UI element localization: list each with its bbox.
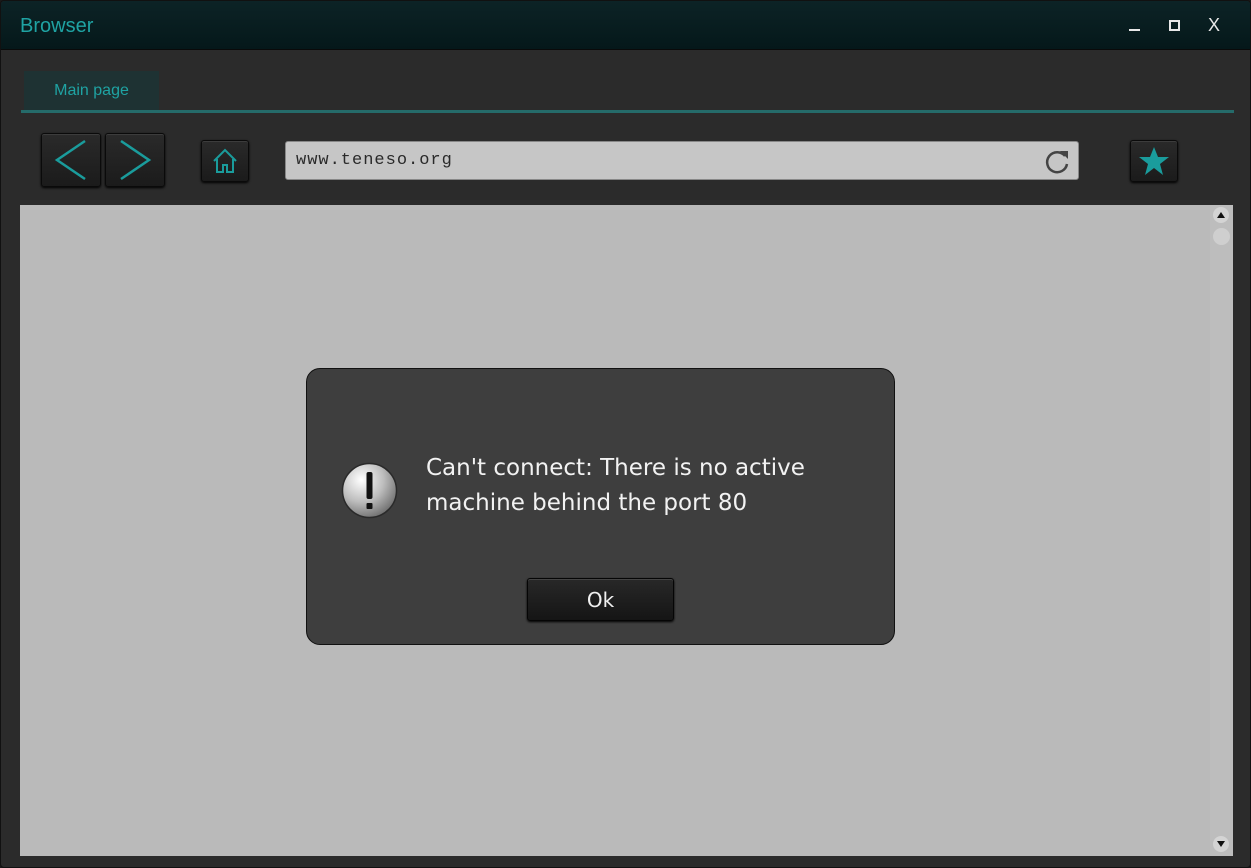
reload-button[interactable] xyxy=(1042,147,1072,177)
chevron-left-icon xyxy=(54,139,86,181)
triangle-down-icon xyxy=(1217,841,1225,847)
star-icon xyxy=(1139,147,1169,175)
warning-icon xyxy=(341,462,398,519)
dialog-message: Can't connect: There is no active machin… xyxy=(426,455,805,516)
vertical-scrollbar[interactable] xyxy=(1210,205,1233,856)
browser-toolbar xyxy=(21,113,1234,205)
reload-icon xyxy=(1045,151,1069,174)
url-input[interactable] xyxy=(296,142,1036,179)
maximize-button[interactable] xyxy=(1160,11,1188,39)
back-button[interactable] xyxy=(41,133,101,187)
minimize-button[interactable] xyxy=(1120,11,1148,39)
home-icon xyxy=(213,148,237,173)
scroll-down-button[interactable] xyxy=(1213,836,1229,852)
forward-button[interactable] xyxy=(105,133,165,187)
title-bar: Browser X xyxy=(1,1,1250,50)
browser-window: Browser X Main page www.teneso.org Can't… xyxy=(0,0,1251,868)
chevron-right-icon xyxy=(120,139,152,181)
home-button[interactable] xyxy=(201,140,249,182)
close-button[interactable]: X xyxy=(1200,11,1228,39)
tab-main-page[interactable]: Main page xyxy=(24,71,159,111)
triangle-up-icon xyxy=(1217,212,1225,218)
window-title: Browser xyxy=(20,15,94,37)
maximize-icon xyxy=(1168,19,1180,31)
address-bar xyxy=(285,141,1079,180)
scroll-up-button[interactable] xyxy=(1213,207,1229,223)
bookmark-button[interactable] xyxy=(1130,140,1178,182)
scroll-thumb[interactable] xyxy=(1213,228,1230,245)
minimize-icon xyxy=(1128,29,1140,31)
ok-button[interactable]: Ok xyxy=(527,578,674,621)
error-dialog: Can't connect: There is no active machin… xyxy=(306,368,895,645)
